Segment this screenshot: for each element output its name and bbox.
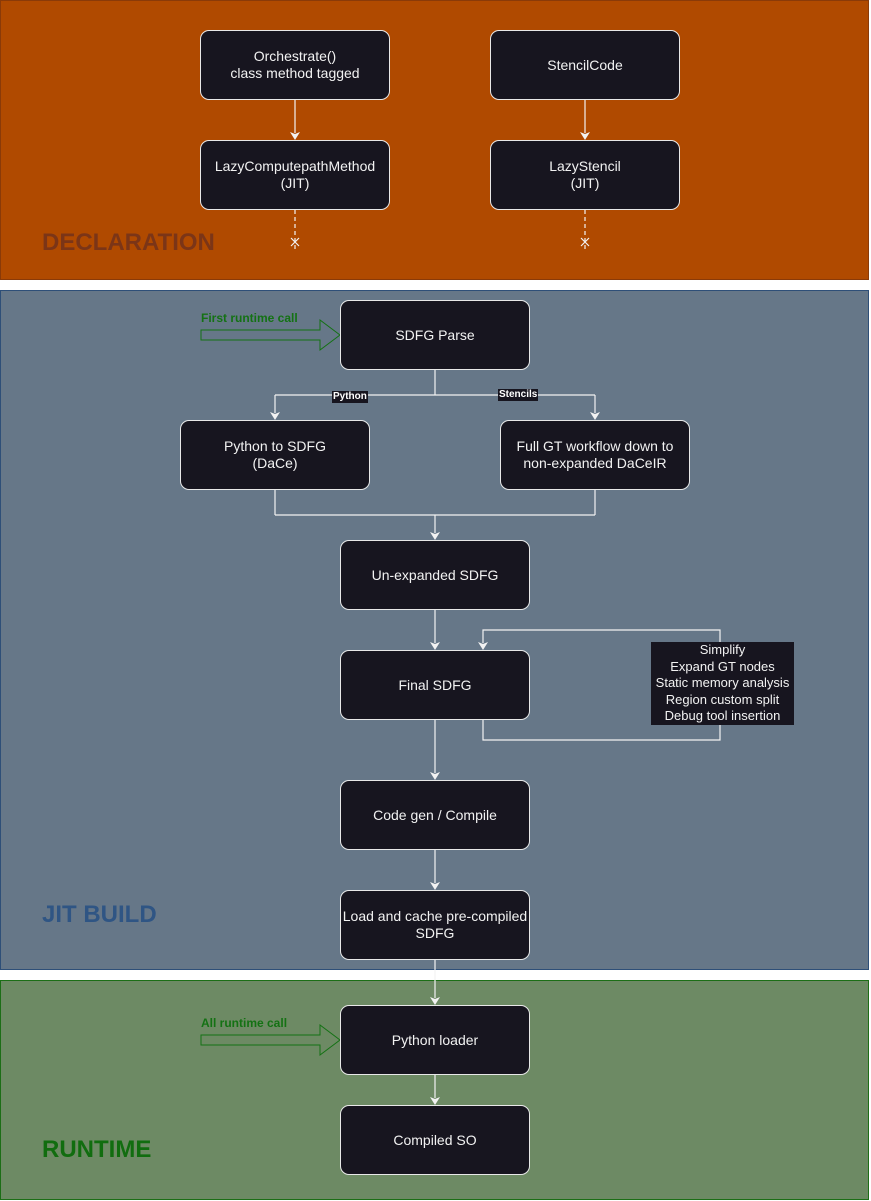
edge-label-stencils: Stencils xyxy=(498,389,539,401)
edge-label-python: Python xyxy=(332,391,368,403)
node-full-gt-workflow[interactable]: Full GT workflow down to non-expanded Da… xyxy=(500,420,690,490)
node-final-sdfg[interactable]: Final SDFG xyxy=(340,650,530,720)
node-lazy-stencil[interactable]: LazyStencil (JIT) xyxy=(490,140,680,210)
node-stencil-code[interactable]: StencilCode xyxy=(490,30,680,100)
node-python-loader[interactable]: Python loader xyxy=(340,1005,530,1075)
node-codegen-compile[interactable]: Code gen / Compile xyxy=(340,780,530,850)
node-python-to-sdfg[interactable]: Python to SDFG (DaCe) xyxy=(180,420,370,490)
all-runtime-call-label: All runtime call xyxy=(201,1016,288,1030)
node-orchestrate[interactable]: Orchestrate() class method tagged xyxy=(200,30,390,100)
node-lazy-computepath-method[interactable]: LazyComputepathMethod (JIT) xyxy=(200,140,390,210)
node-compiled-so[interactable]: Compiled SO xyxy=(340,1105,530,1175)
first-runtime-call-label: First runtime call xyxy=(201,311,298,325)
optimization-passes-note: Simplify Expand GT nodes Static memory a… xyxy=(651,642,794,725)
jit-build-stage xyxy=(0,290,869,970)
declaration-stage-label: DECLARATION xyxy=(42,229,215,256)
node-sdfg-parse[interactable]: SDFG Parse xyxy=(340,300,530,370)
runtime-stage-label: RUNTIME xyxy=(42,1136,152,1163)
node-unexpanded-sdfg[interactable]: Un-expanded SDFG xyxy=(340,540,530,610)
jit-build-stage-label: JIT BUILD xyxy=(42,901,157,928)
node-load-cache-sdfg[interactable]: Load and cache pre-compiled SDFG xyxy=(340,890,530,960)
